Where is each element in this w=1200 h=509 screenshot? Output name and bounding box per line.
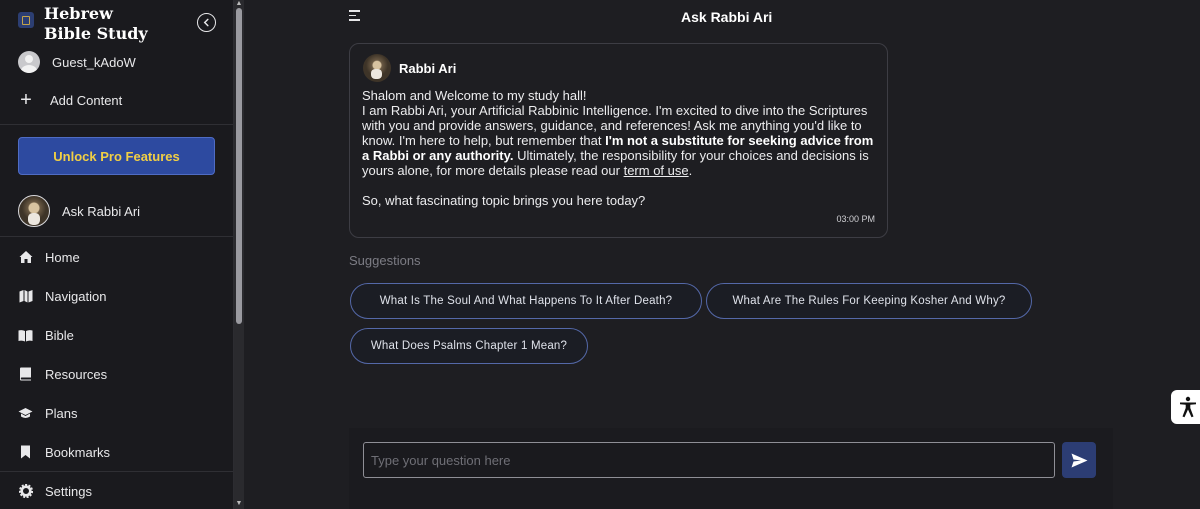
sidebar-item-label: Navigation: [45, 288, 107, 304]
suggestion-chip[interactable]: What Is The Soul And What Happens To It …: [350, 283, 702, 319]
book-icon: [18, 367, 33, 382]
scrollbar-thumb[interactable]: [236, 8, 242, 324]
sidebar-item-label: Bookmarks: [45, 444, 111, 460]
message-timestamp: 03:00 PM: [836, 214, 875, 224]
home-icon: [18, 250, 33, 265]
scroll-up-icon[interactable]: ▲: [235, 0, 243, 8]
send-button[interactable]: [1062, 442, 1096, 478]
user-name: Guest_kAdoW: [52, 54, 136, 70]
message-greeting: Shalom and Welcome to my study hall!: [362, 88, 587, 103]
main-header: Ask Rabbi Ari: [349, 0, 1149, 34]
sidebar-item-navigation[interactable]: Navigation: [18, 287, 218, 305]
app-title: Hebrew Bible Study: [44, 4, 148, 43]
suggestion-chip[interactable]: What Are The Rules For Keeping Kosher An…: [706, 283, 1032, 319]
chat-message: Rabbi Ari Shalom and Welcome to my study…: [349, 43, 888, 238]
sidebar-item-label: Resources: [45, 366, 108, 382]
divider: [0, 124, 233, 125]
sidebar-item-home[interactable]: Home: [18, 248, 218, 266]
graduation-cap-icon: [18, 406, 33, 421]
sidebar: Hebrew Bible Study Guest_kAdoW + Add Con…: [0, 0, 234, 509]
message-question: So, what fascinating topic brings you he…: [362, 193, 646, 208]
suggestion-chip[interactable]: What Does Psalms Chapter 1 Mean?: [350, 328, 588, 364]
book-open-icon: [18, 328, 33, 343]
sidebar-item-label: Settings: [45, 483, 92, 499]
rabbi-avatar: [363, 54, 391, 82]
sidebar-item-bible[interactable]: Bible: [18, 326, 218, 344]
ask-rabbi-label: Ask Rabbi Ari: [62, 203, 141, 219]
sidebar-item-bookmarks[interactable]: Bookmarks: [18, 443, 218, 461]
accessibility-icon: [1180, 396, 1196, 418]
gear-icon: [18, 484, 33, 499]
rabbi-avatar: [18, 195, 50, 227]
menu-icon[interactable]: [349, 10, 361, 21]
sidebar-item-label: Plans: [45, 405, 78, 421]
app-logo-icon: [18, 12, 34, 28]
terms-of-use-link[interactable]: term of use: [624, 163, 689, 178]
divider: [0, 236, 233, 237]
unlock-pro-button[interactable]: Unlock Pro Features: [18, 137, 215, 175]
send-icon: [1071, 453, 1087, 467]
add-content-label: Add Content: [50, 92, 123, 108]
ask-rabbi-ari-item[interactable]: Ask Rabbi Ari: [18, 195, 140, 227]
brand[interactable]: Hebrew Bible Study: [18, 4, 164, 44]
question-input[interactable]: [363, 442, 1055, 478]
sidebar-item-plans[interactable]: Plans: [18, 404, 218, 422]
user-profile[interactable]: Guest_kAdoW: [18, 51, 136, 73]
plus-icon: +: [20, 89, 32, 111]
collapse-sidebar-button[interactable]: [197, 13, 216, 32]
message-sender: Rabbi Ari: [399, 60, 457, 76]
chevron-left-icon: [203, 18, 209, 27]
map-icon: [18, 289, 33, 304]
sidebar-item-label: Home: [45, 249, 80, 265]
message-paragraph: I am Rabbi Ari, your Artificial Rabbinic…: [362, 103, 874, 178]
sidebar-item-settings[interactable]: Settings: [18, 482, 218, 500]
scroll-down-icon[interactable]: ▼: [235, 500, 243, 508]
sidebar-item-label: Bible: [45, 327, 74, 343]
message-header: Rabbi Ari: [363, 54, 456, 82]
add-content-button[interactable]: + Add Content: [18, 89, 123, 111]
accessibility-button[interactable]: [1171, 390, 1200, 424]
user-avatar-icon: [18, 51, 40, 73]
page-title: Ask Rabbi Ari: [681, 9, 773, 25]
sidebar-item-resources[interactable]: Resources: [18, 365, 218, 383]
bookmark-icon: [18, 445, 33, 460]
message-body: Shalom and Welcome to my study hall! I a…: [362, 88, 878, 208]
suggestions-label: Suggestions: [349, 253, 421, 268]
divider: [0, 471, 233, 472]
